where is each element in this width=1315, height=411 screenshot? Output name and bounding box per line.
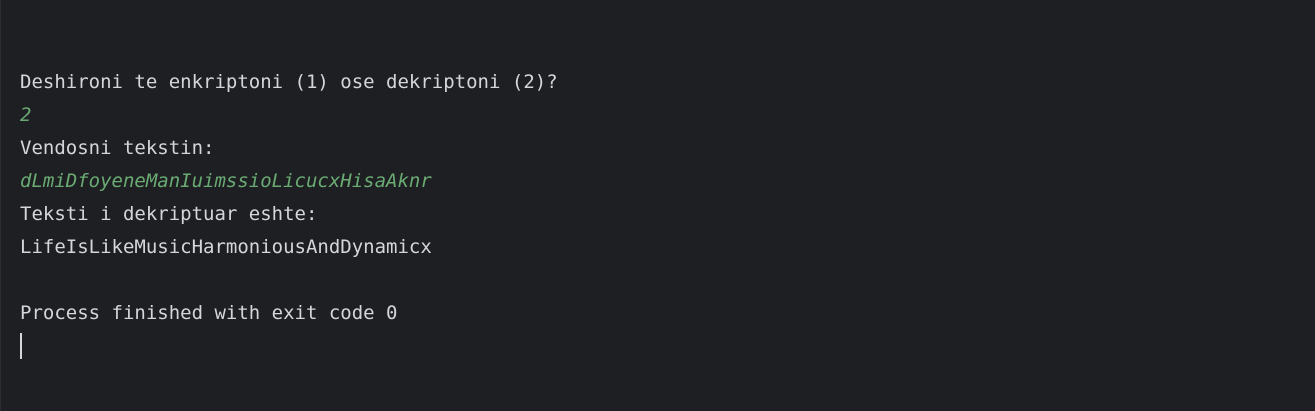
console-output-enter-text: Vendosni tekstin:: [20, 137, 215, 159]
console-output-prompt: Deshironi te enkriptoni (1) ose dekripto…: [20, 71, 558, 93]
run-console[interactable]: Deshironi te enkriptoni (1) ose dekripto…: [0, 0, 1315, 411]
console-input-line[interactable]: [20, 330, 1315, 363]
console-output-result-label: Teksti i dekriptuar eshte:: [20, 203, 318, 225]
console-user-input-text: dLmiDfoyeneManIuimssioLicucxHisaAknr: [20, 170, 432, 192]
console-output-result: LifeIsLikeMusicHarmoniousAndDynamicx: [20, 236, 432, 258]
console-user-input-choice: 2: [20, 104, 32, 126]
console-exit-message: Process finished with exit code 0: [20, 302, 398, 324]
text-cursor: [20, 333, 22, 359]
